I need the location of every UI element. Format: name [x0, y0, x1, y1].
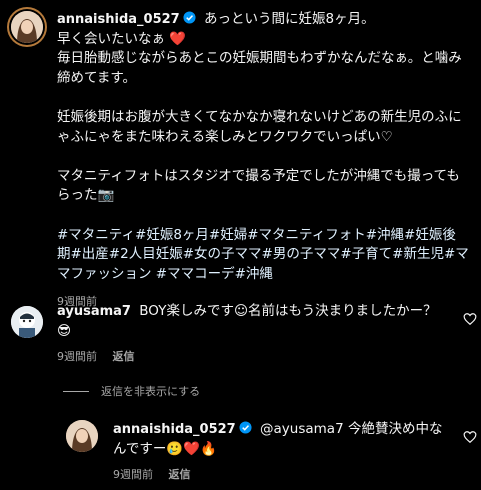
- author-avatar[interactable]: [11, 11, 43, 43]
- hide-replies-label: 返信を非表示にする: [101, 385, 201, 398]
- comment-time: 9週間前: [57, 350, 97, 363]
- reply-username[interactable]: annaishida_0527: [113, 422, 236, 437]
- caption-line-7: マタニティフォトはスタジオで撮る予定でしたが沖縄でも撮ってもらった📷: [57, 167, 460, 204]
- commenter-username[interactable]: ayusama7: [57, 304, 131, 319]
- caption-line-5: 妊娠後期はお腹が大きくてなかなか寝れないけどあの新生児のふにゃふにゃをまた味わえ…: [57, 108, 462, 145]
- hide-replies-toggle[interactable]: 返信を非表示にする: [63, 383, 200, 399]
- verified-badge-icon: [183, 11, 196, 24]
- reply-author-avatar[interactable]: [66, 420, 98, 452]
- reply-body: annaishida_0527 @ayusama7 今絶賛決め中なんですー🥲❤️…: [113, 420, 448, 459]
- caption-text-first: あっという間に妊娠8ヶ月。: [204, 11, 375, 27]
- reply-verified-badge-icon: [239, 421, 252, 434]
- comment-body: ayusama7 BOY楽しみです☺︎名前はもう決まりましたかー？😎: [57, 302, 442, 341]
- caption-line-1: annaishida_0527 あっという間に妊娠8ヶ月。: [57, 10, 469, 30]
- caption-line-3: 毎日胎動感じながらあとこの妊娠期間もわずかなんだなぁ。と噛み締めてます。: [57, 50, 462, 86]
- commenter-avatar[interactable]: [11, 306, 43, 338]
- comment-like-heart-icon[interactable]: [463, 311, 477, 326]
- reply-meta: 9週間前 返信: [113, 466, 203, 482]
- author-username[interactable]: annaishida_0527: [57, 12, 180, 27]
- post-caption: annaishida_0527 あっという間に妊娠8ヶ月。 早く会いたいなぁ ❤…: [57, 10, 469, 312]
- comment-meta: 9週間前 返信: [57, 348, 147, 364]
- reply-time: 9週間前: [113, 468, 153, 481]
- replies-divider-line: [63, 390, 89, 392]
- caption-line-2: 早く会いたいなぁ ❤️: [57, 30, 187, 47]
- comment-reply-button[interactable]: 返信: [113, 350, 135, 363]
- caption-hashtags[interactable]: #マタニティ#妊娠8ヶ月#妊婦#マタニティフォト#沖縄#妊娠後期#出産#2人目妊…: [57, 226, 469, 285]
- reply-reply-button[interactable]: 返信: [169, 468, 191, 481]
- reply-like-heart-icon[interactable]: [463, 429, 477, 444]
